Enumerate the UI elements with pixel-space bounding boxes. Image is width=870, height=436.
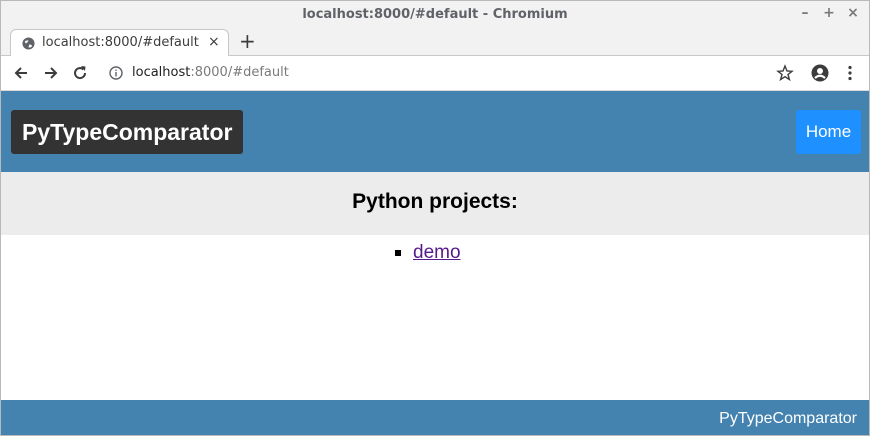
- window-title: localhost:8000/#default - Chromium: [302, 7, 568, 22]
- info-icon[interactable]: [109, 66, 123, 80]
- heading-band: Python projects:: [1, 172, 869, 235]
- page-content: PyTypeComparator Home Python projects: d…: [1, 91, 869, 435]
- forward-arrow-icon[interactable]: [42, 64, 60, 82]
- browser-toolbar: localhost:8000/#default: [1, 56, 869, 91]
- url-host: localhost: [132, 65, 191, 80]
- globe-icon: [22, 37, 35, 50]
- star-icon[interactable]: [776, 64, 794, 82]
- address-bar[interactable]: localhost:8000/#default: [132, 65, 289, 80]
- footer-text: PyTypeComparator: [719, 410, 857, 427]
- brand-logo[interactable]: PyTypeComparator: [11, 110, 244, 154]
- maximize-button[interactable]: +: [820, 5, 838, 21]
- site-navbar: PyTypeComparator Home: [1, 91, 869, 172]
- back-arrow-icon[interactable]: [12, 64, 30, 82]
- project-link-demo[interactable]: demo: [413, 242, 461, 263]
- list-item: demo: [395, 241, 461, 265]
- home-button[interactable]: Home: [796, 110, 861, 154]
- reload-icon[interactable]: [71, 64, 89, 82]
- tab-active[interactable]: localhost:8000/#default ×: [10, 29, 229, 57]
- project-list: demo: [395, 241, 461, 265]
- close-window-button[interactable]: ×: [844, 5, 862, 21]
- new-tab-button[interactable]: +: [239, 31, 256, 51]
- tab-strip: localhost:8000/#default ×: [1, 29, 869, 57]
- tab-title: localhost:8000/#default: [42, 35, 199, 50]
- list-bullet: [395, 250, 401, 256]
- minimize-button[interactable]: –: [796, 5, 814, 21]
- site-footer: PyTypeComparator: [1, 400, 869, 435]
- tab-close-button[interactable]: ×: [208, 34, 220, 50]
- account-icon[interactable]: [811, 64, 829, 82]
- url-path: :8000/#default: [190, 65, 289, 80]
- window-titlebar: localhost:8000/#default - Chromium – + ×: [1, 1, 869, 29]
- page-title: Python projects:: [352, 190, 518, 213]
- menu-dots-icon[interactable]: [841, 64, 859, 82]
- browser-window: localhost:8000/#default - Chromium – + ×…: [0, 0, 870, 436]
